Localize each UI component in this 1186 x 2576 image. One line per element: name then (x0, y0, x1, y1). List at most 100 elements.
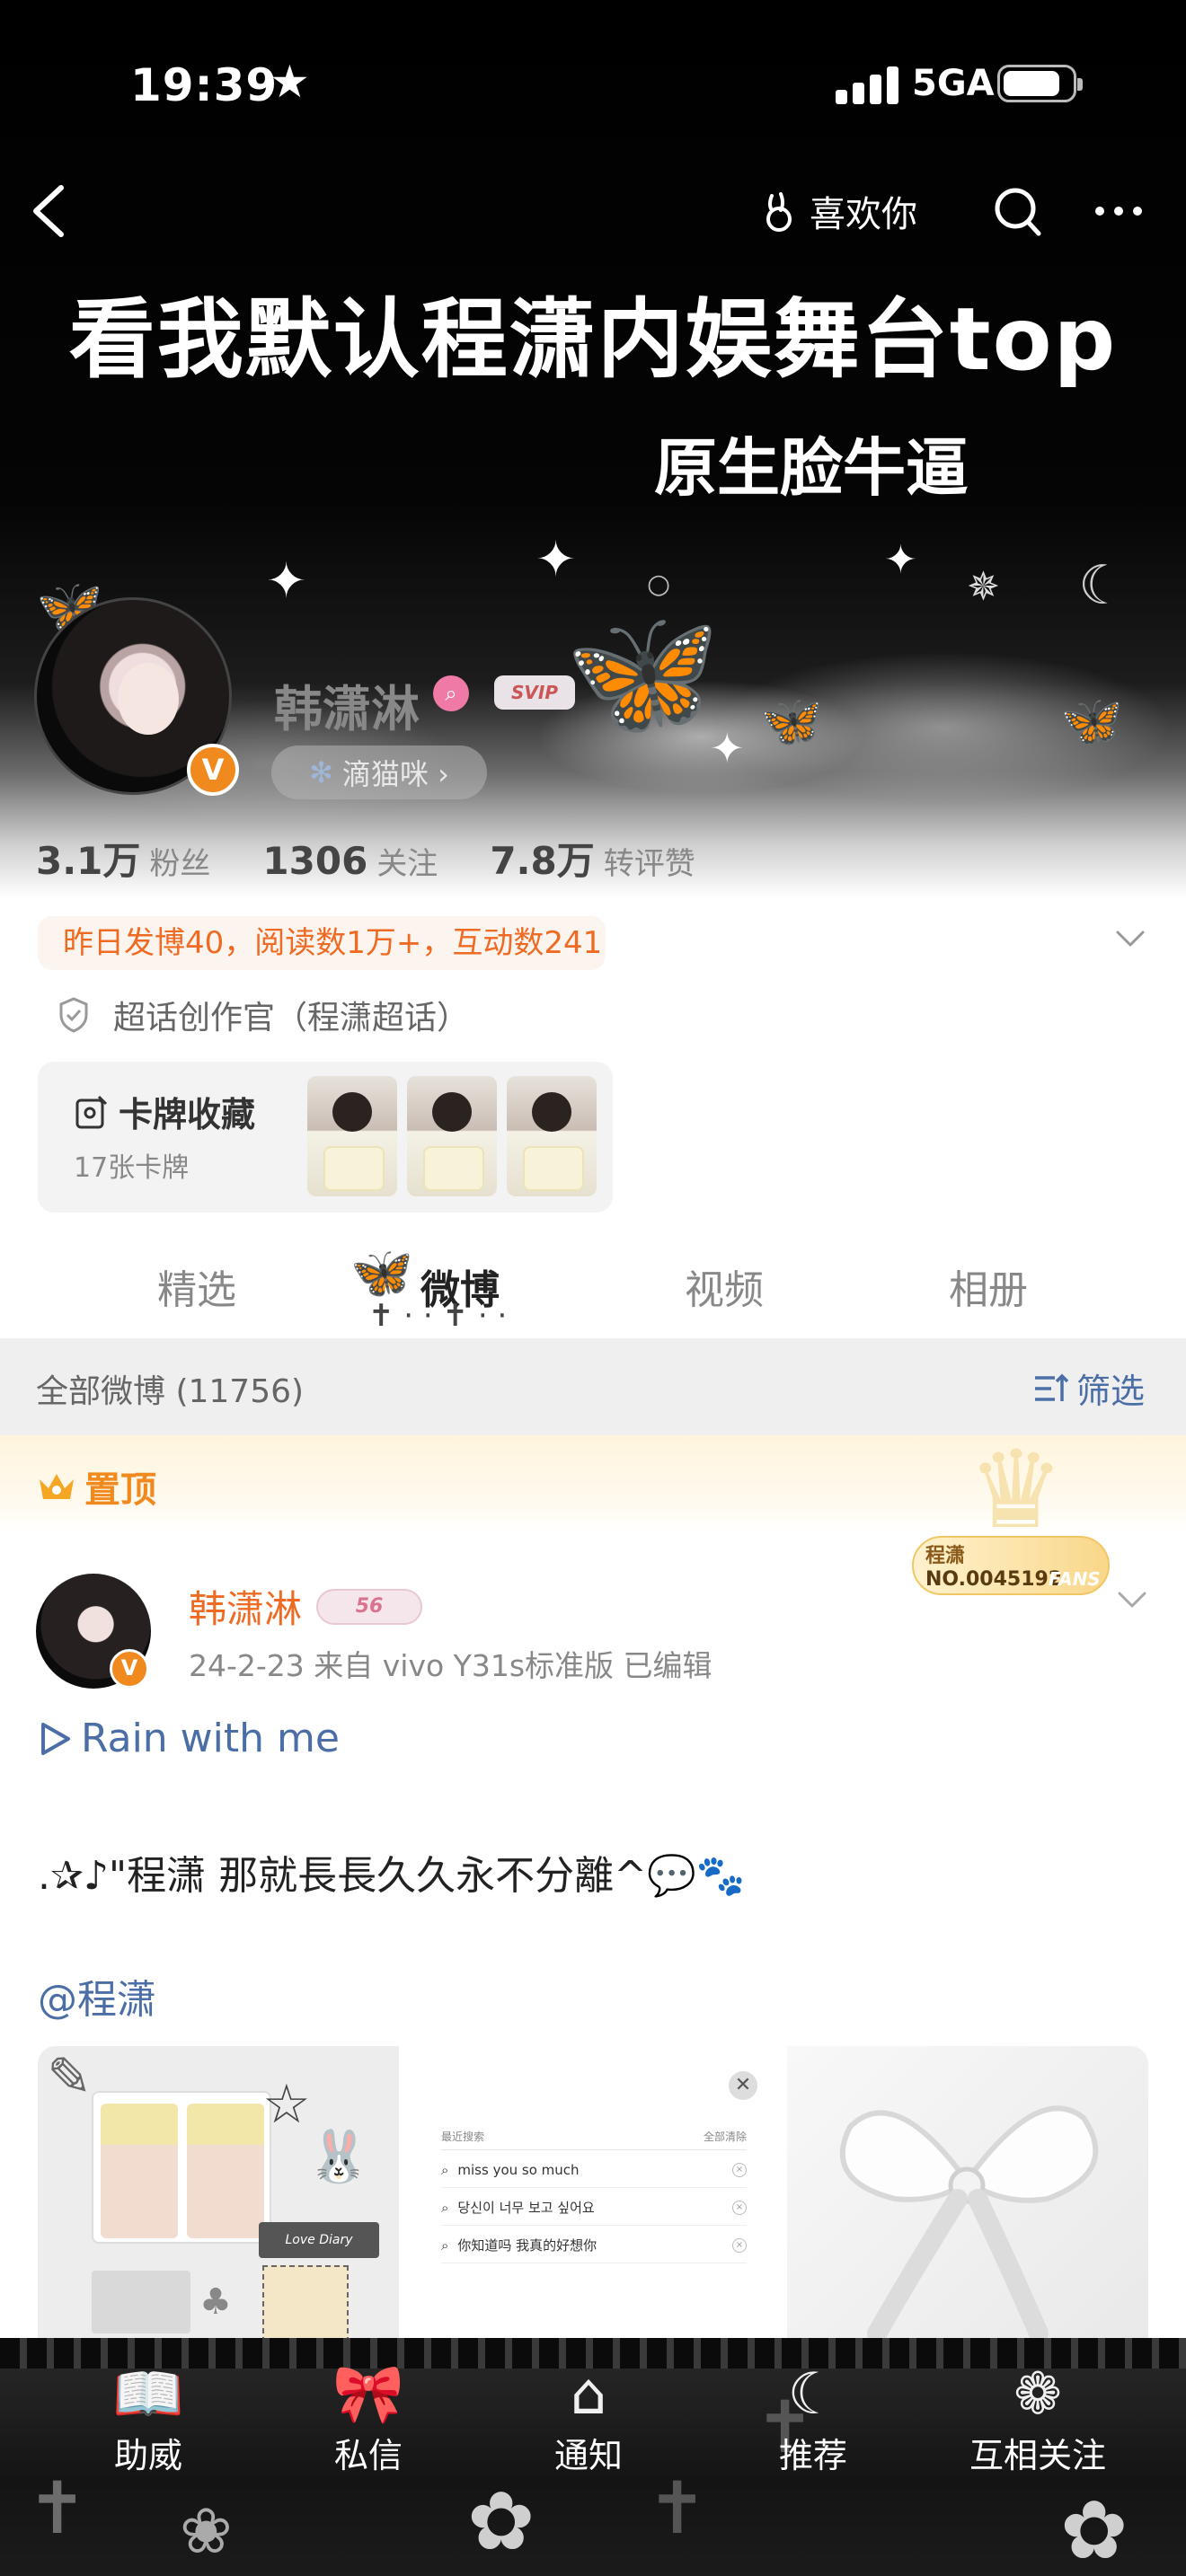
avatar-face (118, 663, 179, 735)
bottom-nav-notifications[interactable]: 通知 (508, 2428, 669, 2477)
moon-lantern-icon: ☾ (1078, 554, 1127, 617)
following-count[interactable]: 1306 (262, 839, 367, 883)
play-icon (41, 1722, 70, 1755)
search-badge-icon[interactable]: ⌕ (433, 675, 469, 711)
wand-icon: ✎ (47, 2046, 93, 2109)
search-icon: ⌕ (441, 2161, 449, 2178)
following-label: 关注 (376, 846, 438, 882)
post-image-search-screenshot[interactable]: ✕ 最近搜索 全部清除 ⌕ miss you so much × ⌕ 당신이 너… (412, 2046, 774, 2342)
more-icon[interactable] (1087, 180, 1150, 243)
bottom-nav-messages[interactable]: 私信 (288, 2428, 449, 2477)
crown-icon (40, 1474, 74, 1499)
profile-name: 韩潇淋 (274, 681, 420, 737)
like-you-label: 喜欢你 (810, 194, 917, 235)
recent-search-text: 당신이 너무 보고 싶어요 (457, 2199, 595, 2216)
bottom-nav-mutual-follow[interactable]: 互相关注 (957, 2428, 1119, 2477)
filter-button[interactable]: 筛选 (1031, 1363, 1145, 1413)
pinned-label: 置顶 (36, 1460, 156, 1513)
profile-stats: 3.1万 粉丝 1306 关注 7.8万 转评赞 (36, 831, 748, 886)
tab-videos[interactable]: 视频 (685, 1257, 764, 1315)
profile-tabs: 精选 🦋 微博 ✝ · · ✝ · · 视频 相册 (0, 1239, 1186, 1338)
fans-badge-number: NO.0045192 (925, 1568, 1063, 1591)
post-meta: 24-2-23 来自 vivo Y31s标准版 已编辑 (189, 1648, 712, 1683)
activity-summary[interactable]: 昨日发博40，阅读数1万+，互动数241 (38, 916, 606, 970)
fans-count[interactable]: 3.1万 (36, 831, 140, 886)
banner-title: 看我默认程潇内娱舞台top (68, 289, 1118, 390)
card-collection-label: 卡牌收藏 (119, 1095, 256, 1134)
flower-icon: ❁ (1013, 2361, 1062, 2428)
book-icon: 📖 (112, 2361, 184, 2428)
remove-icon: × (732, 2200, 747, 2215)
post-image-ribbon[interactable] (787, 2046, 1148, 2342)
pinned-text: 置顶 (84, 1469, 156, 1511)
shield-icon (59, 997, 88, 1033)
close-icon: ✕ (729, 2071, 757, 2100)
bunny-sticker-icon: 🐰 (307, 2128, 370, 2186)
status-time: 19:39 (130, 59, 279, 111)
interactions-count[interactable]: 7.8万 (490, 831, 594, 886)
photo-small (262, 2265, 349, 2342)
cross-icon: ✝ · · ✝ · · (368, 1298, 508, 1334)
like-you-button[interactable]: 喜欢你 (759, 180, 917, 243)
clear-all-label: 全部清除 (703, 2130, 747, 2143)
recent-search-title: 最近搜索 (441, 2130, 485, 2143)
back-icon[interactable] (23, 175, 86, 247)
circle-ornament-icon: ○ (647, 569, 671, 600)
rabbit-icon (766, 192, 792, 232)
status-bar: 19:39 ★ 5GA (0, 54, 1186, 117)
bottom-nav-cheer[interactable]: 助威 (67, 2428, 229, 2477)
verified-badge-icon: V (110, 1649, 149, 1689)
music-link[interactable]: Rain with me (38, 1716, 340, 1761)
svip-badge[interactable]: SVIP (494, 675, 575, 710)
card-count: 17张卡牌 (74, 1152, 190, 1184)
music-title: Rain with me (81, 1716, 340, 1761)
house-icon: ⌂ (570, 2361, 607, 2428)
fans-badge[interactable]: ♛ 程潇 NO.0045192 FANS (912, 1437, 1110, 1603)
post-image-collage[interactable]: ☆ 🐰 ✎ Love Diary ♣ (38, 2046, 399, 2342)
snowflake-icon: ✻ (309, 755, 333, 790)
bow-icon: 🎀 (332, 2361, 404, 2428)
recent-search-row: ⌕ 你知道吗 我真的好想你 × (441, 2228, 747, 2263)
star-ornament-icon: ✵ (967, 564, 1000, 610)
sparkle-icon: ✦ (535, 531, 577, 587)
chevron-down-icon[interactable] (1114, 1586, 1150, 1613)
remove-icon: × (732, 2162, 747, 2177)
search-icon[interactable] (988, 180, 1048, 243)
clover-icon: ♣ (199, 2281, 232, 2323)
profile-banner: 19:39 ★ 5GA 喜欢你 看我默认程潇内娱舞台top 原生脸牛逼 ✦ ✦ … (0, 0, 1186, 934)
lily-ornament-icon: ✿ (1060, 2483, 1128, 2576)
card-thumbnail[interactable] (507, 1076, 597, 1196)
tab-albums[interactable]: 相册 (949, 1257, 1028, 1315)
lily-ornament-icon: ❀ (180, 2494, 233, 2568)
moon-icon: ☾ (787, 2361, 839, 2428)
crown-watermark-icon: ♛ (968, 1428, 1065, 1553)
post-text: .✰♪"程潇 那就長長久久永不分離^💬🐾 (38, 1853, 746, 1899)
tab-featured[interactable]: 精选 (157, 1257, 236, 1315)
bottom-nav-recommend[interactable]: 推荐 (732, 2428, 894, 2477)
photo-face (187, 2104, 264, 2238)
nickname-pill[interactable]: ✻ 滴猫咪 › (271, 745, 487, 799)
all-posts-count[interactable]: 全部微博 (11756) (36, 1365, 304, 1412)
level-badge: 56 (316, 1588, 423, 1625)
mention-link[interactable]: @程潇 (38, 1967, 156, 2025)
card-thumbnail[interactable] (407, 1076, 497, 1196)
cross-ornament-icon: ✝ (647, 2466, 708, 2550)
love-diary-label: Love Diary (259, 2222, 379, 2258)
recent-search-row: ⌕ miss you so much × (441, 2152, 747, 2188)
fans-label: 粉丝 (149, 846, 211, 882)
chevron-down-icon[interactable] (1112, 925, 1148, 952)
signal-icon (836, 65, 898, 104)
card-thumbnail[interactable] (307, 1076, 397, 1196)
supertopic-label: 超话创作官（程潇超话） (113, 1000, 470, 1037)
supertopic-creator[interactable]: 超话创作官（程潇超话） (56, 988, 469, 1042)
filter-bar: 全部微博 (11756) 筛选 (0, 1338, 1186, 1435)
search-icon: ⌕ (441, 2236, 449, 2254)
post-author[interactable]: 韩潇淋 56 (189, 1579, 423, 1634)
battery-icon (997, 65, 1083, 102)
sparkle-icon: ✦ (884, 537, 917, 583)
fans-badge-name: 程潇 (925, 1545, 966, 1567)
butterfly-icon: 🦋 (760, 693, 823, 751)
ribbon-bow-icon (839, 2105, 1099, 2342)
remove-icon: × (732, 2237, 747, 2253)
interactions-label: 转评赞 (603, 846, 695, 882)
